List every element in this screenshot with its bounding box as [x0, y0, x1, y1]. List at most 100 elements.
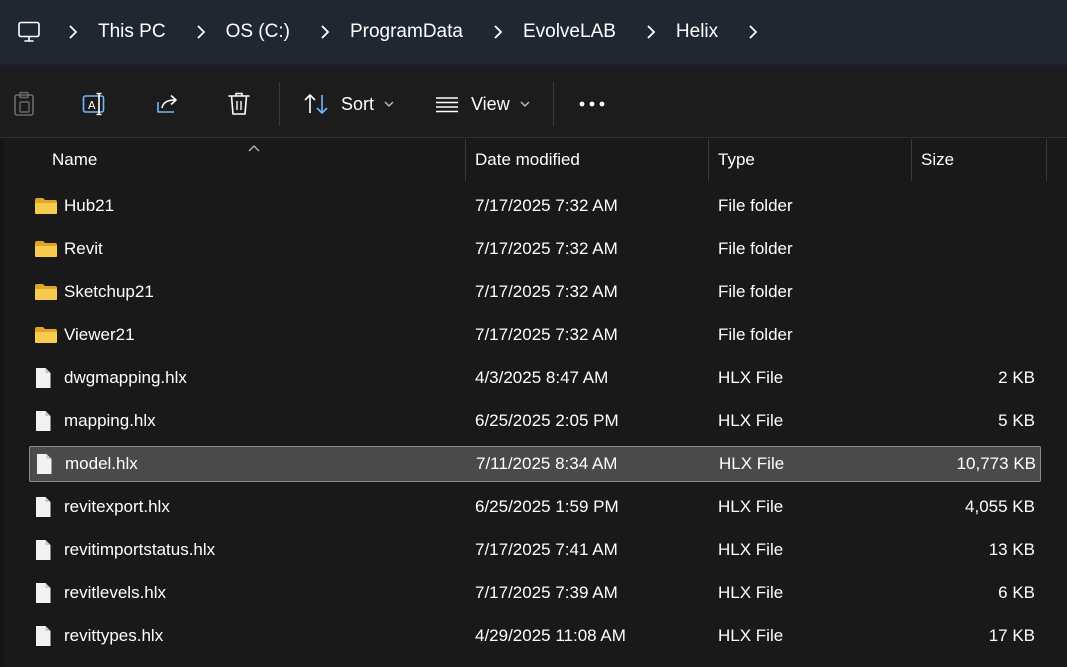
file-size: [909, 274, 1035, 310]
file-date-modified: 7/17/2025 7:39 AM: [475, 583, 618, 602]
file-name: dwgmapping.hlx: [64, 368, 187, 387]
file-date-modified: 4/3/2025 8:47 AM: [475, 368, 609, 387]
sort-label: Sort: [341, 93, 375, 114]
file-name: revitlevels.hlx: [64, 583, 167, 602]
file-row[interactable]: revitlevels.hlx 7/17/2025 7:39 AM HLX File…: [29, 575, 1041, 611]
file-type: HLX File: [718, 626, 784, 645]
file-icon: [34, 360, 52, 396]
breadcrumb-item-programdata[interactable]: ProgramData: [350, 21, 463, 43]
file-row[interactable]: Hub21 7/17/2025 7:32 AM File folder: [29, 188, 1041, 224]
file-row[interactable]: Revit 7/17/2025 7:32 AM File folder: [29, 231, 1041, 267]
column-resize-handle[interactable]: [708, 139, 709, 181]
file-date-modified: 7/17/2025 7:41 AM: [475, 540, 618, 559]
file-date-modified: 7/11/2025 8:34 AM: [476, 454, 618, 473]
share-button[interactable]: [155, 87, 181, 121]
file-type: HLX File: [718, 583, 784, 602]
file-date-modified: 6/25/2025 2:05 PM: [475, 411, 619, 430]
file-row[interactable]: dwgmapping.hlx 4/3/2025 8:47 AM HLX File 2 …: [29, 360, 1041, 396]
column-header-row: Name Date modified Type Size: [0, 139, 1067, 181]
file-name: Revit: [64, 239, 103, 258]
breadcrumb-item-os-c[interactable]: OS (C:): [226, 21, 290, 43]
more-options-button[interactable]: [578, 87, 606, 121]
file-row[interactable]: revitexport.hlx 6/25/2025 1:59 PM HLX File…: [29, 489, 1041, 525]
navigation-pane-edge: [0, 139, 4, 667]
paste-button[interactable]: [12, 87, 36, 121]
address-bar[interactable]: This PC OS (C:) ProgramData EvolveLAB He…: [0, 0, 1067, 64]
file-icon: [34, 489, 52, 525]
file-row[interactable]: model.hlx 7/11/2025 8:34 AM HLX File 10,773…: [29, 446, 1041, 482]
file-icon: [34, 618, 52, 654]
clipboard-icon: [14, 91, 34, 116]
file-type: HLX File: [718, 411, 784, 430]
file-date-modified: 4/29/2025 11:08 AM: [475, 626, 626, 645]
file-type: File folder: [718, 196, 793, 215]
chevron-right-icon[interactable]: [62, 21, 84, 43]
column-header-name[interactable]: Name: [52, 139, 462, 181]
column-resize-handle[interactable]: [465, 139, 466, 181]
column-resize-handle[interactable]: [911, 139, 912, 181]
sort-icon: [304, 94, 328, 114]
command-toolbar: A Sort View: [0, 68, 1067, 138]
file-date-modified: 7/17/2025 7:32 AM: [475, 196, 618, 215]
rename-icon: A: [82, 92, 105, 116]
file-size: [909, 317, 1035, 353]
file-name: revitimportstatus.hlx: [64, 540, 216, 559]
file-row[interactable]: mapping.hlx 6/25/2025 2:05 PM HLX File 5 KB: [29, 403, 1041, 439]
chevron-right-icon[interactable]: [640, 21, 662, 43]
chevron-down-icon: [520, 101, 530, 108]
breadcrumb-item-helix[interactable]: Helix: [676, 21, 718, 43]
file-name: Sketchup21: [64, 282, 154, 301]
file-size: 4,055 KB: [965, 497, 1035, 516]
view-button[interactable]: View: [435, 87, 530, 121]
file-size: 2 KB: [998, 368, 1035, 387]
file-size: 10,773 KB: [956, 454, 1036, 473]
file-type: File folder: [718, 325, 793, 344]
folder-icon: [34, 188, 58, 224]
file-date-modified: 7/17/2025 7:32 AM: [475, 325, 618, 344]
column-resize-handle[interactable]: [1046, 139, 1047, 181]
file-size: 6 KB: [998, 583, 1035, 602]
file-row[interactable]: revittypes.hlx 4/29/2025 11:08 AM HLX File…: [29, 618, 1041, 654]
view-label: View: [471, 93, 510, 114]
column-header-size[interactable]: Size: [921, 139, 1041, 181]
file-type: HLX File: [719, 454, 785, 473]
view-list-icon: [436, 97, 458, 113]
file-size: 13 KB: [988, 540, 1035, 559]
file-date-modified: 7/17/2025 7:32 AM: [475, 282, 618, 301]
file-name: Viewer21: [64, 325, 135, 344]
chevron-right-icon[interactable]: [190, 21, 212, 43]
chevron-right-icon[interactable]: [487, 21, 509, 43]
this-pc-icon[interactable]: [16, 19, 42, 45]
file-type: HLX File: [718, 540, 784, 559]
delete-button[interactable]: [227, 87, 251, 121]
file-type: HLX File: [718, 497, 784, 516]
toolbar-separator: [553, 82, 554, 126]
file-type: HLX File: [718, 368, 784, 387]
svg-text:A: A: [88, 99, 96, 112]
file-name: model.hlx: [65, 454, 138, 473]
file-size: [909, 188, 1035, 224]
toolbar-separator: [279, 82, 280, 126]
more-dots-icon: [579, 101, 605, 107]
chevron-right-icon[interactable]: [742, 21, 764, 43]
folder-icon: [34, 231, 58, 267]
column-header-date-modified[interactable]: Date modified: [475, 139, 705, 181]
share-icon: [157, 94, 177, 113]
breadcrumb-item-evolvelab[interactable]: EvolveLAB: [523, 21, 616, 43]
file-icon: [34, 575, 52, 611]
rename-button[interactable]: A: [82, 87, 108, 121]
file-name: mapping.hlx: [64, 411, 156, 430]
column-header-type[interactable]: Type: [718, 139, 908, 181]
chevron-right-icon[interactable]: [314, 21, 336, 43]
file-name: Hub21: [64, 196, 115, 215]
file-name: revittypes.hlx: [64, 626, 164, 645]
sort-button[interactable]: Sort: [303, 87, 394, 121]
file-row[interactable]: Viewer21 7/17/2025 7:32 AM File folder: [29, 317, 1041, 353]
folder-icon: [34, 317, 58, 353]
file-size: 5 KB: [998, 411, 1035, 430]
file-date-modified: 7/17/2025 7:32 AM: [475, 239, 618, 258]
file-row[interactable]: Sketchup21 7/17/2025 7:32 AM File folder: [29, 274, 1041, 310]
file-size: [909, 231, 1035, 267]
file-row[interactable]: revitimportstatus.hlx 7/17/2025 7:41 AM HL…: [29, 532, 1041, 568]
breadcrumb-item-this-pc[interactable]: This PC: [98, 21, 166, 43]
